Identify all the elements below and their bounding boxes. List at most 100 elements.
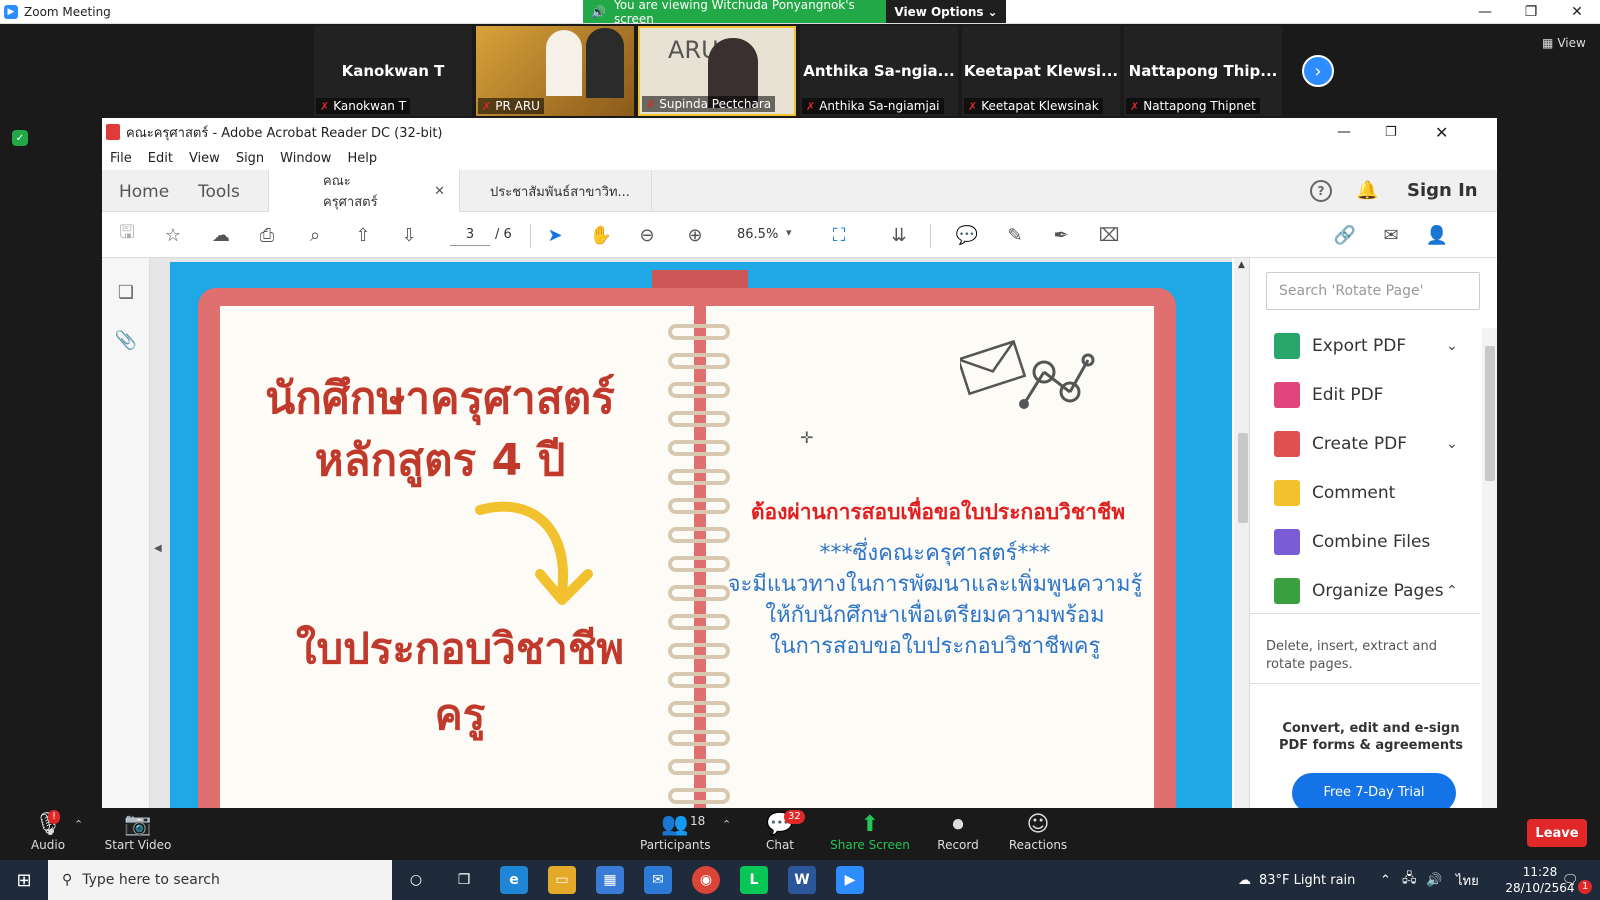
add-user-icon[interactable]: 👤 [1424,222,1450,248]
free-trial-button[interactable]: Free 7-Day Trial [1292,773,1456,808]
fit-page-icon[interactable]: ⛶ [826,222,852,248]
hand-icon[interactable]: ✋ [588,222,614,248]
chevron-up-icon[interactable]: ⌃ [722,818,731,831]
help-icon[interactable]: ? [1310,180,1332,202]
store-icon[interactable]: ▦ [596,866,624,894]
word-icon[interactable]: W [788,866,816,894]
network-icon[interactable]: 🖧 [1402,860,1417,900]
security-shield-icon[interactable]: ✓ [12,130,28,146]
zoom-level-select[interactable]: 86.5% [737,224,778,246]
windows-start-icon[interactable]: ⊞ [0,860,48,900]
attachment-icon[interactable]: 📎 [114,328,138,352]
share-link-icon[interactable]: 🔗 [1332,222,1358,248]
next-participants-button[interactable]: › [1302,55,1334,87]
participant-tile[interactable]: Anthika Sa-ngia... ✗ Anthika Sa-ngiamjai [800,26,958,116]
tool-edit-pdf[interactable]: Edit PDF [1274,379,1383,411]
scroll-mode-icon[interactable]: ⇊ [886,222,912,248]
edge-browser-icon[interactable]: e [500,866,528,894]
tab-document[interactable]: ประชาสัมพันธ์สาขาวิท... [460,170,652,212]
scrollbar-thumb[interactable] [1485,346,1495,481]
menu-file[interactable]: File [102,151,140,166]
leave-meeting-button[interactable]: Leave [1527,819,1587,847]
weather-widget[interactable]: ☁ 83°F Light rain [1238,860,1355,900]
scrollbar-thumb[interactable] [1238,433,1248,523]
zoom-out-search-icon[interactable]: ⌕ [302,222,328,248]
page-up-icon[interactable]: ⇧ [350,222,376,248]
save-icon[interactable]: 🖫 [114,222,140,248]
tools-scrollbar[interactable] [1482,328,1497,808]
record-button[interactable]: ⏺ Record [936,812,980,852]
restore-button[interactable]: ❐ [1385,125,1397,140]
line-app-icon[interactable]: L [740,866,768,894]
participant-name: Nattapong Thipnet [1143,99,1256,113]
participant-tile[interactable]: Nattapong Thip... ✗ Nattapong Thipnet [1124,26,1282,116]
stamp-icon[interactable]: ⌧ [1096,222,1122,248]
menu-view[interactable]: View [181,151,228,166]
participant-tile[interactable]: ✗ PR ARU [476,26,634,116]
chevron-down-icon[interactable]: ⌄ [1446,436,1458,452]
cloud-upload-icon[interactable]: ☁ [208,222,234,248]
file-explorer-icon[interactable]: ▭ [548,866,576,894]
tool-export-pdf[interactable]: Export PDF ⌄ [1274,330,1458,362]
sign-pen-icon[interactable]: ✒ [1048,222,1074,248]
volume-icon[interactable]: 🔊 [1426,860,1442,900]
email-icon[interactable]: ✉ [1378,222,1404,248]
zoom-in-icon[interactable]: ⊕ [682,222,708,248]
view-layout-button[interactable]: ▦ View [1542,36,1586,50]
chevron-down-icon[interactable]: ▾ [786,226,792,239]
minimize-button[interactable]: — [1337,124,1351,140]
zoom-app-icon[interactable]: ▶ [836,866,864,894]
close-button[interactable]: ✕ [1435,123,1448,142]
previous-page-arrow-icon[interactable]: ◀ [154,543,162,554]
chevron-down-icon[interactable]: ⌄ [1446,338,1458,354]
record-icon: ⏺ [952,812,964,837]
page-down-icon[interactable]: ⇩ [396,222,422,248]
nav-tools[interactable]: Tools [198,182,240,202]
chevron-up-icon[interactable]: ⌃ [74,818,83,831]
share-screen-button[interactable]: ⬆ Share Screen [830,812,910,852]
start-video-button[interactable]: 📷 Start Video [104,812,172,852]
participant-tile[interactable]: ARU ✗ Supinda Pectchara [638,26,796,116]
close-tab-icon[interactable]: ✕ [434,184,445,199]
close-button[interactable]: ✕ [1554,0,1600,24]
minimize-button[interactable]: — [1462,0,1508,24]
zoom-out-icon[interactable]: ⊖ [634,222,660,248]
select-cursor-icon[interactable]: ➤ [542,222,568,248]
chevron-up-icon[interactable]: ⌃ [1446,583,1458,599]
tool-combine-files[interactable]: Combine Files [1274,526,1430,558]
tool-create-pdf[interactable]: Create PDF ⌄ [1274,428,1458,460]
menu-window[interactable]: Window [272,151,339,166]
language-indicator[interactable]: ไทย [1456,860,1479,900]
task-view-icon[interactable]: ❐ [450,866,478,894]
pages-thumbnail-icon[interactable]: ❏ [114,280,138,304]
notifications-icon[interactable]: 🗨 [1562,860,1579,900]
participant-display-name: Keetapat Klewsi... [963,62,1119,80]
tab-document-active[interactable]: คณะครุศาสตร์ ✕ [268,170,460,212]
view-options-button[interactable]: View Options ⌄ [886,0,1006,23]
star-icon[interactable]: ☆ [160,222,186,248]
mail-icon[interactable]: ✉ [644,866,672,894]
chrome-icon[interactable]: ◉ [692,866,720,894]
chevron-up-icon[interactable]: ⌃ [1380,860,1391,900]
reactions-button[interactable]: ☺ Reactions [1008,812,1068,852]
sign-in-button[interactable]: Sign In [1407,180,1478,201]
taskbar-search[interactable]: ⚲ Type here to search [48,860,392,900]
participant-tile[interactable]: Keetapat Klewsi... ✗ Keetapat Klewsinak [962,26,1120,116]
tools-search-input[interactable]: Search 'Rotate Page' [1266,272,1480,310]
highlight-pen-icon[interactable]: ✎ [1002,222,1028,248]
tool-organize-pages[interactable]: Organize Pages ⌃ [1274,575,1458,607]
scroll-up-icon[interactable]: ▲ [1238,260,1245,270]
nav-home[interactable]: Home [119,182,169,202]
cortana-icon[interactable]: ○ [402,866,430,894]
menu-help[interactable]: Help [339,151,385,166]
menu-sign[interactable]: Sign [228,151,272,166]
document-area[interactable]: นักศึกษาครุศาสตร์ หลักสูตร 4 ปี ใบประกอบ… [150,258,1264,808]
restore-button[interactable]: ❐ [1508,0,1554,24]
tool-comment[interactable]: Comment [1274,477,1395,509]
page-number-input[interactable]: 3 [450,224,490,246]
print-icon[interactable]: ⎙ [254,222,280,248]
bell-icon[interactable]: 🔔 [1356,180,1378,201]
comment-icon[interactable]: 💬 [954,222,980,248]
menu-edit[interactable]: Edit [140,151,181,166]
participant-tile[interactable]: Kanokwan T ✗ Kanokwan T [314,26,472,116]
